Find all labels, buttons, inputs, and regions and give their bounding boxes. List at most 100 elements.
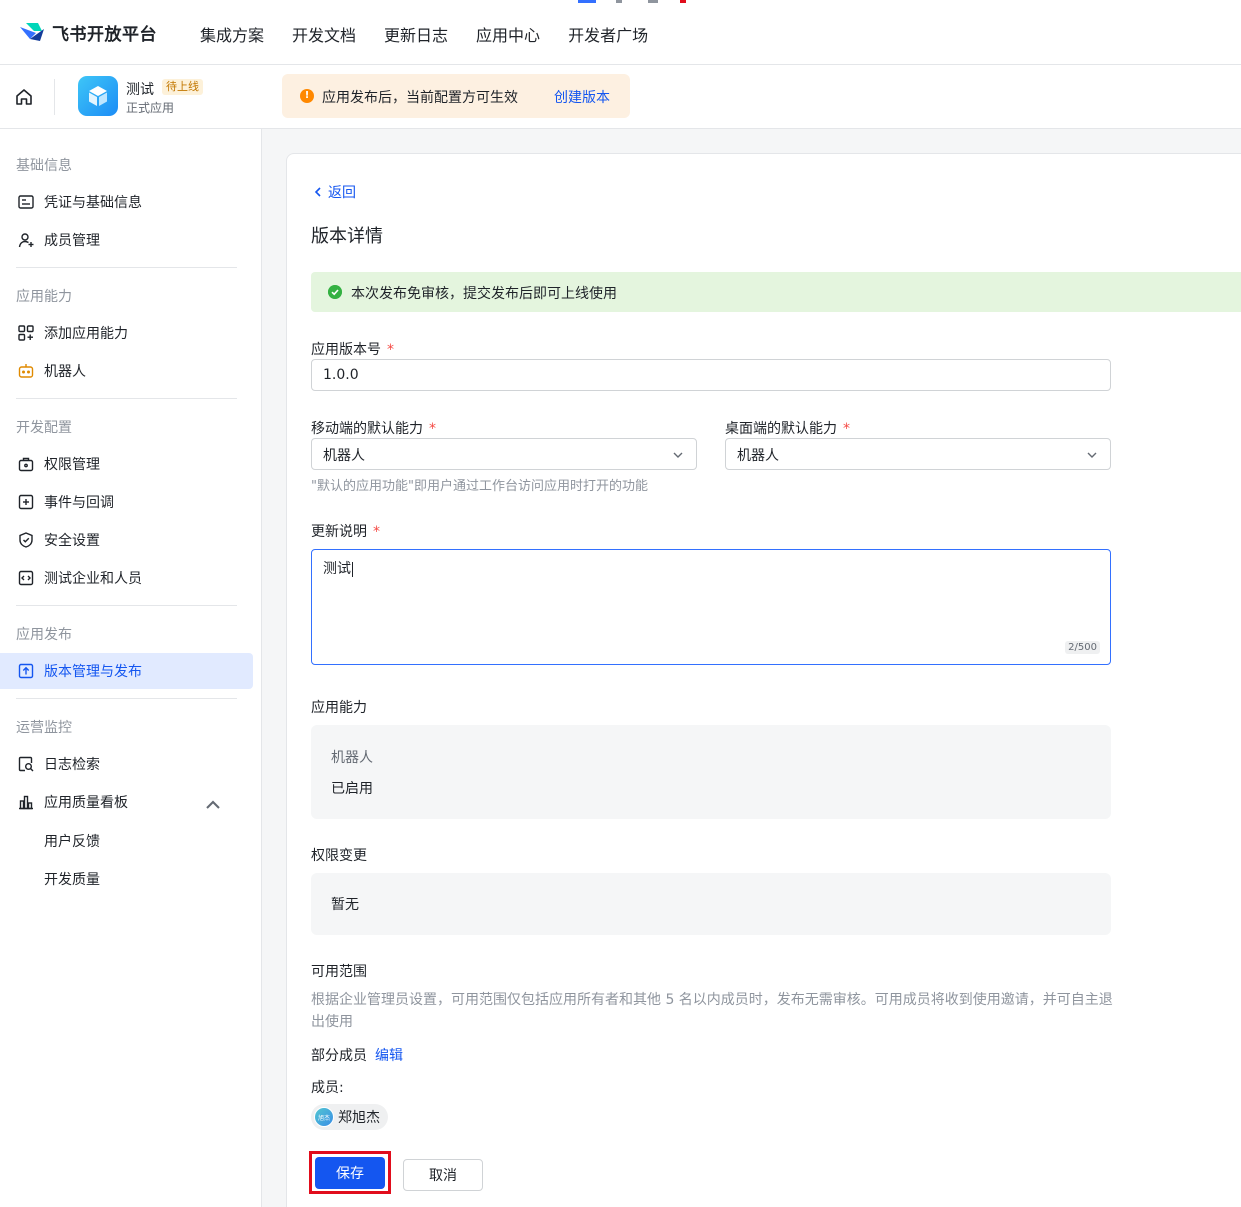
- nav-link-dev-square[interactable]: 开发者广场: [568, 22, 648, 46]
- save-button[interactable]: 保存: [315, 1157, 385, 1189]
- log-search-icon: [18, 756, 34, 772]
- nav-link-changelog[interactable]: 更新日志: [384, 22, 448, 46]
- scope-mode-text: 部分成员: [311, 1048, 367, 1064]
- back-link[interactable]: 返回: [312, 182, 356, 202]
- sidebar-item-permissions[interactable]: 权限管理: [0, 446, 253, 482]
- sidebar-item-label: 机器人: [44, 364, 86, 380]
- sidebar-item-version-release[interactable]: 版本管理与发布: [0, 653, 253, 689]
- app-name: 测试: [126, 82, 154, 98]
- sidebar-subitem-feedback[interactable]: 用户反馈: [44, 831, 100, 851]
- sidebar-group-release: 应用发布: [16, 627, 72, 643]
- sidebar-item-log-search[interactable]: 日志检索: [0, 746, 253, 782]
- sidebar-item-label: 测试企业和人员: [44, 571, 142, 587]
- perm-value: 暂无: [331, 897, 359, 913]
- create-version-link[interactable]: 创建版本: [554, 87, 610, 107]
- chevron-left-icon: [314, 187, 321, 197]
- mobile-default-select[interactable]: 机器人: [311, 438, 697, 470]
- release-notes-text: 测试: [323, 561, 351, 577]
- notes-label: 更新说明 *: [311, 524, 380, 540]
- sidebar-divider: [16, 605, 237, 606]
- members-label: 成员:: [311, 1080, 344, 1096]
- sidebar-subitem-dev-quality[interactable]: 开发质量: [44, 869, 100, 889]
- lock-briefcase-icon: [18, 457, 34, 472]
- page-title: 版本详情: [311, 226, 383, 247]
- brand-logo[interactable]: 飞书开放平台: [18, 20, 157, 45]
- app-type: 正式应用: [126, 101, 175, 115]
- success-alert-text: 本次发布免审核，提交发布后即可上线使用: [351, 286, 617, 302]
- sidebar-item-label: 凭证与基础信息: [44, 195, 142, 211]
- sidebar-group-ability: 应用能力: [16, 289, 72, 305]
- desktop-default-select[interactable]: 机器人: [725, 438, 1111, 470]
- robot-icon: [18, 364, 34, 378]
- mobile-default-label: 移动端的默认能力 *: [311, 421, 436, 437]
- top-edge-accent: [578, 0, 688, 3]
- nav-link-solutions[interactable]: 集成方案: [200, 22, 264, 46]
- cancel-button[interactable]: 取消: [403, 1159, 483, 1191]
- event-add-icon: [18, 494, 34, 510]
- avatar: 旭杰: [314, 1107, 334, 1127]
- sidebar-item-label: 添加应用能力: [44, 326, 128, 342]
- scope-section-label: 可用范围: [311, 964, 367, 980]
- perm-box: 暂无: [311, 873, 1111, 935]
- notes-label-text: 更新说明: [311, 524, 367, 540]
- sidebar-divider: [16, 398, 237, 399]
- version-number-input[interactable]: [311, 359, 1111, 391]
- sidebar-group-dev: 开发配置: [16, 420, 72, 436]
- app-status-badge: 待上线: [162, 79, 203, 95]
- ability-status: 已启用: [331, 781, 373, 797]
- release-notes-textarea[interactable]: 测试 2/500: [311, 549, 1111, 665]
- sidebar-item-label: 权限管理: [44, 457, 100, 473]
- sidebar-divider: [16, 698, 237, 699]
- nav-link-app-center[interactable]: 应用中心: [476, 22, 540, 46]
- publish-notice: ! 应用发布后，当前配置方可生效 创建版本: [282, 74, 630, 118]
- chevron-up-icon[interactable]: [204, 796, 222, 814]
- release-notes-value: 测试: [323, 558, 353, 578]
- desktop-default-label-text: 桌面端的默认能力: [725, 421, 837, 437]
- sidebar-item-quality-board[interactable]: 应用质量看板: [0, 784, 253, 820]
- sidebar-item-credentials[interactable]: 凭证与基础信息: [0, 184, 253, 220]
- top-navigation: 飞书开放平台 集成方案 开发文档 更新日志 应用中心 开发者广场: [0, 0, 1241, 65]
- sidebar-item-bot[interactable]: 机器人: [0, 353, 253, 389]
- mobile-default-value: 机器人: [323, 448, 365, 464]
- home-icon[interactable]: [14, 87, 34, 107]
- user-add-icon: [18, 233, 34, 248]
- sidebar: 基础信息 凭证与基础信息 成员管理 应用能力 添加应用能力 机器人 开发配置 权…: [0, 129, 262, 1207]
- ability-section-label: 应用能力: [311, 700, 367, 716]
- sidebar-item-label: 安全设置: [44, 533, 100, 549]
- mobile-default-label-text: 移动端的默认能力: [311, 421, 423, 437]
- member-name: 郑旭杰: [338, 1110, 380, 1126]
- chevron-down-icon: [1087, 452, 1097, 458]
- sidebar-divider: [16, 267, 237, 268]
- notice-text: 应用发布后，当前配置方可生效: [322, 90, 518, 106]
- header-divider: [54, 79, 55, 115]
- sidebar-item-test-tenant[interactable]: 测试企业和人员: [0, 560, 253, 596]
- grid-add-icon: [18, 325, 34, 341]
- code-box-icon: [18, 570, 34, 586]
- member-chip[interactable]: 旭杰 郑旭杰: [311, 1104, 388, 1130]
- sidebar-item-events[interactable]: 事件与回调: [0, 484, 253, 520]
- ability-name: 机器人: [331, 750, 373, 766]
- sidebar-item-security[interactable]: 安全设置: [0, 522, 253, 558]
- sidebar-item-members[interactable]: 成员管理: [0, 222, 253, 258]
- scope-mode: 部分成员 编辑: [311, 1045, 403, 1065]
- sidebar-item-add-ability[interactable]: 添加应用能力: [0, 315, 253, 351]
- version-label: 应用版本号 *: [311, 342, 394, 358]
- check-circle-icon: [328, 285, 342, 299]
- sidebar-item-label: 日志检索: [44, 757, 100, 773]
- sidebar-item-label: 事件与回调: [44, 495, 114, 511]
- app-icon[interactable]: [78, 76, 118, 116]
- nav-link-docs[interactable]: 开发文档: [292, 22, 356, 46]
- text-cursor: [352, 561, 353, 577]
- sidebar-item-label: 版本管理与发布: [44, 664, 142, 680]
- perm-section-label: 权限变更: [311, 848, 367, 864]
- sidebar-group-ops: 运营监控: [16, 720, 72, 736]
- scope-edit-link[interactable]: 编辑: [375, 1048, 403, 1064]
- char-counter: 2/500: [1065, 641, 1100, 654]
- app-header: 测试 待上线 正式应用 ! 应用发布后，当前配置方可生效 创建版本: [0, 65, 1241, 129]
- cube-icon: [89, 86, 107, 106]
- desktop-default-label: 桌面端的默认能力 *: [725, 421, 850, 437]
- bar-chart-icon: [19, 795, 33, 810]
- back-link-label: 返回: [328, 185, 356, 201]
- scope-description: 根据企业管理员设置，可用范围仅包括应用所有者和其他 5 名以内成员时，发布无需审…: [311, 992, 1113, 1030]
- sidebar-group-basic: 基础信息: [16, 158, 72, 174]
